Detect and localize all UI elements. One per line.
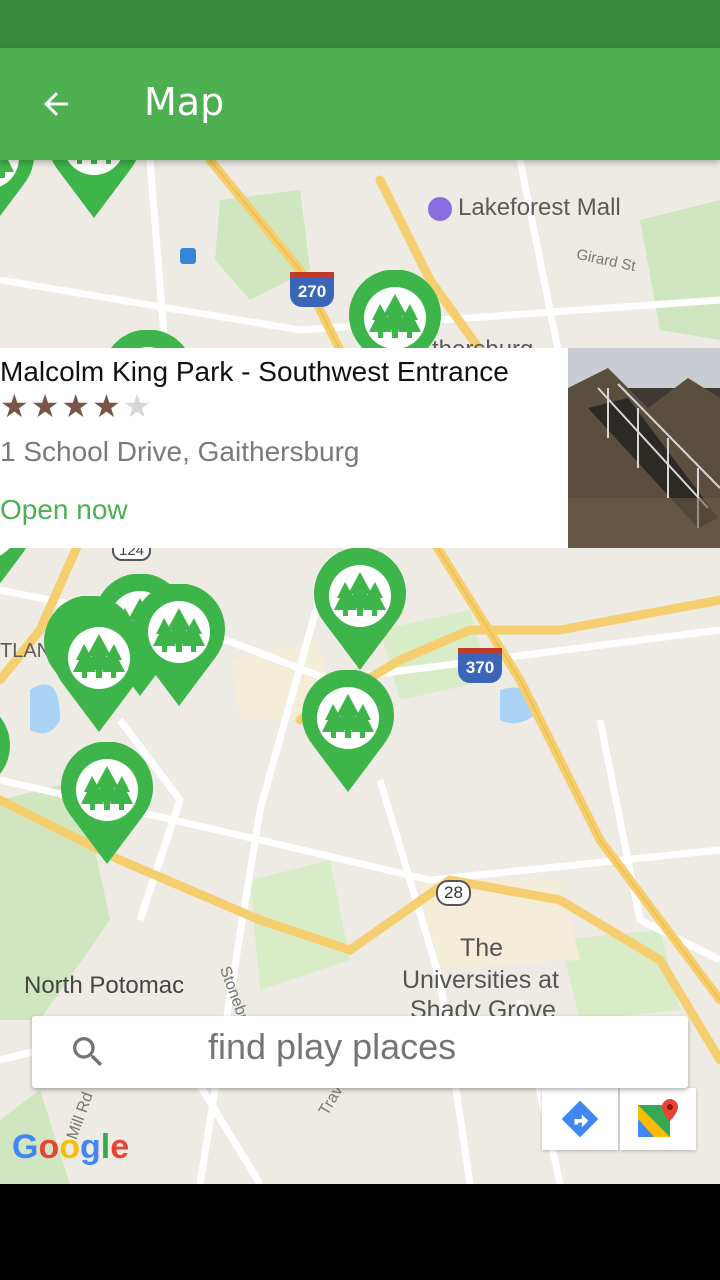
- map-label-universities-line1: The: [460, 934, 504, 962]
- park-trees-icon: [61, 741, 154, 864]
- place-name: Malcolm King Park - Southwest Entrance: [0, 356, 509, 387]
- place-address: 1 School Drive, Gaithersburg: [0, 436, 360, 467]
- transit-icon: [180, 248, 196, 269]
- map-label-universities-line2: Universities at: [402, 966, 559, 994]
- app-bar: Map: [0, 48, 720, 160]
- interstate-370-shield: 370: [458, 648, 502, 683]
- place-info-card[interactable]: Malcolm King Park - Southwest Entrance ★…: [0, 348, 720, 548]
- directions-button[interactable]: [542, 1088, 618, 1150]
- interstate-270-shield: 270: [290, 272, 334, 307]
- park-trees-icon: [302, 669, 394, 792]
- search-bar[interactable]: [32, 1016, 688, 1088]
- park-pin[interactable]: [0, 160, 36, 234]
- park-pin[interactable]: [51, 609, 147, 734]
- navigation-bar: [0, 1184, 720, 1280]
- directions-icon: [561, 1100, 599, 1138]
- place-photo[interactable]: [568, 348, 720, 548]
- park-pin[interactable]: [46, 160, 142, 220]
- poi-lakeforest-mall[interactable]: Lakeforest Mall: [428, 194, 621, 222]
- rating-stars: ★ ★ ★ ★ ★: [0, 390, 151, 424]
- park-trees-icon: [51, 160, 137, 218]
- open-status: Open now: [0, 494, 128, 525]
- park-trees-icon: [0, 716, 10, 774]
- park-trees-icon: [0, 160, 34, 216]
- back-button[interactable]: [28, 76, 84, 132]
- park-pin[interactable]: [312, 547, 408, 672]
- arrow-back-icon: [44, 92, 68, 116]
- page-title: Map: [144, 80, 225, 124]
- route-28-shield: 28: [436, 880, 471, 906]
- star-icon: ★: [61, 387, 91, 425]
- star-icon: ★: [30, 387, 60, 425]
- park-trees-icon: [314, 547, 406, 670]
- search-icon: [73, 1037, 103, 1067]
- google-maps-icon: [638, 1099, 678, 1137]
- map-label-north-potomac: North Potomac: [24, 972, 185, 999]
- park-pin[interactable]: [300, 669, 396, 794]
- star-icon: ★: [0, 387, 29, 425]
- star-icon: ★: [122, 387, 152, 425]
- open-google-maps-button[interactable]: [620, 1088, 696, 1150]
- status-bar: [0, 0, 720, 48]
- park-pin[interactable]: [59, 741, 155, 866]
- star-icon: ★: [92, 387, 121, 425]
- google-attribution: Google: [12, 1128, 130, 1166]
- park-pin[interactable]: [0, 700, 12, 824]
- park-trees-icon: [53, 609, 146, 732]
- shopping-bag-icon: [428, 196, 452, 221]
- search-input[interactable]: [208, 1026, 668, 1068]
